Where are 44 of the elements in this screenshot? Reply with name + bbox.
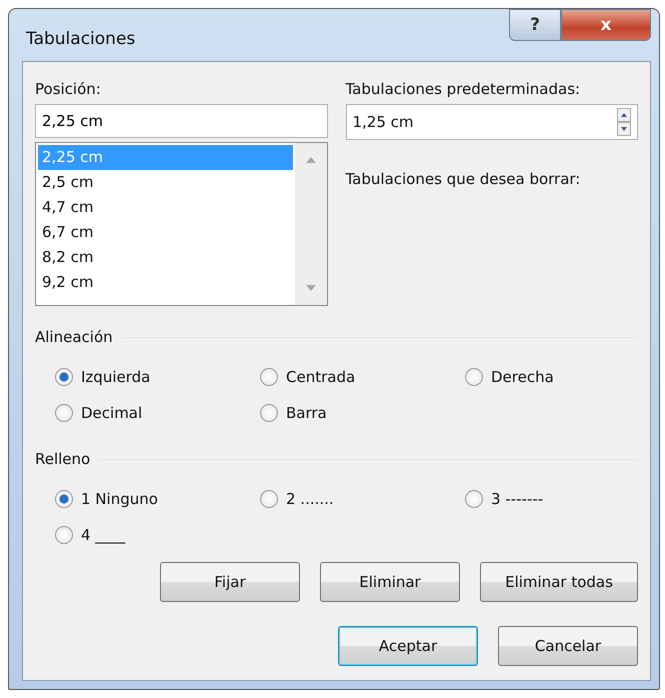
spin-down-icon[interactable]	[617, 122, 631, 136]
position-label: Posición:	[35, 80, 102, 98]
radio-button[interactable]	[260, 404, 278, 422]
window-title: Tabulaciones	[26, 29, 136, 49]
radio-option[interactable]: 2 .......	[260, 490, 465, 508]
default-tabs-spinner[interactable]: 1,25 cm	[346, 104, 638, 140]
list-item[interactable]: 2,5 cm	[38, 170, 292, 195]
dialog-button[interactable]: Cancelar	[498, 626, 638, 666]
radio-button[interactable]	[55, 490, 73, 508]
tabs-to-clear-label: Tabulaciones que desea borrar:	[346, 170, 582, 188]
list-item[interactable]: 6,7 cm	[38, 220, 292, 245]
close-button[interactable]: x	[561, 9, 651, 41]
radio-button[interactable]	[260, 368, 278, 386]
action-button[interactable]: Eliminar	[320, 562, 460, 602]
list-item[interactable]: 4,7 cm	[38, 195, 292, 220]
radio-button[interactable]	[55, 404, 73, 422]
action-button[interactable]: Fijar	[160, 562, 300, 602]
position-field[interactable]: 2,25 cm	[35, 104, 328, 138]
default-tabs-label: Tabulaciones predeterminadas:	[346, 80, 582, 98]
action-button[interactable]: Eliminar todas	[480, 562, 638, 602]
radio-option[interactable]: Derecha	[465, 368, 638, 386]
list-item[interactable]: 9,2 cm	[38, 270, 292, 295]
radio-option[interactable]: Barra	[260, 404, 465, 422]
radio-option[interactable]: Centrada	[260, 368, 465, 386]
dialog-button[interactable]: Aceptar	[338, 626, 478, 666]
radio-option[interactable]: Decimal	[55, 404, 260, 422]
radio-button[interactable]	[465, 490, 483, 508]
spin-up-icon[interactable]	[617, 108, 631, 122]
radio-option[interactable]: Izquierda	[55, 368, 260, 386]
position-listbox[interactable]: 2,25 cm 2,5 cm 4,7 cm 6,7 cm 8,2 cm 9,2 cm	[35, 142, 328, 306]
scroll-up-icon[interactable]	[306, 157, 316, 163]
radio-option[interactable]: 4 ____	[55, 526, 260, 544]
scroll-down-icon[interactable]	[306, 285, 316, 291]
group-title: Alineación	[35, 328, 113, 346]
radio-option[interactable]: 3 -------	[465, 490, 638, 508]
radio-option[interactable]: 1 Ninguno	[55, 490, 260, 508]
list-item[interactable]: 8,2 cm	[38, 245, 292, 270]
help-button[interactable]: ?	[509, 9, 561, 41]
radio-button[interactable]	[55, 368, 73, 386]
group-title: Relleno	[35, 450, 90, 468]
scrollbar[interactable]	[294, 143, 326, 305]
radio-button[interactable]	[260, 490, 278, 508]
radio-button[interactable]	[465, 368, 483, 386]
radio-button[interactable]	[55, 526, 73, 544]
